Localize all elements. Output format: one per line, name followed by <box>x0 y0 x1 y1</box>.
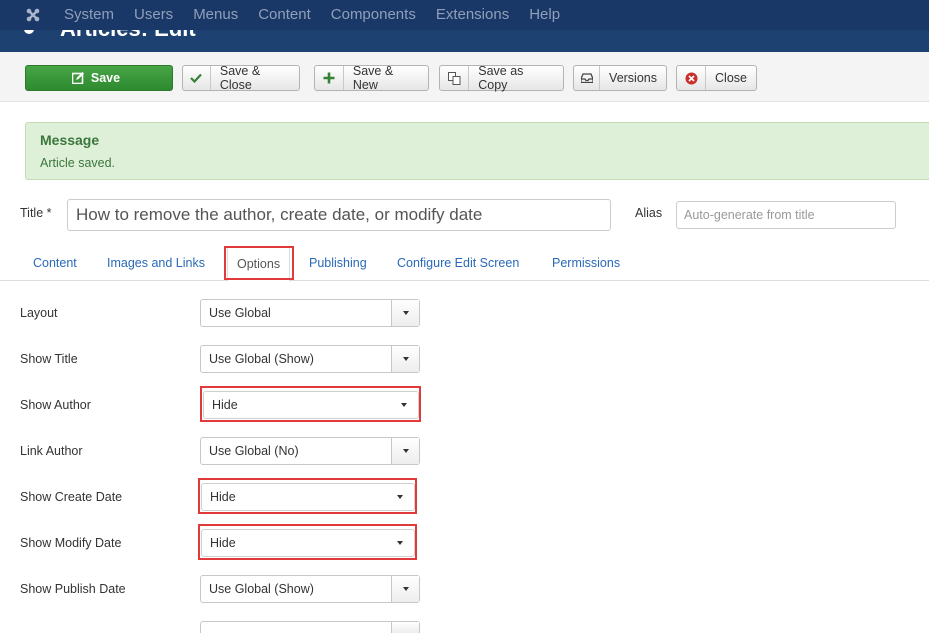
page-title: Articles: Edit <box>60 30 196 42</box>
save-copy-button[interactable]: Save as Copy <box>439 64 564 92</box>
chevron-down-icon <box>391 576 419 602</box>
link-author-value: Use Global (No) <box>209 444 299 458</box>
title-label: Title * <box>20 206 52 220</box>
save-new-label: Save & New <box>352 64 394 92</box>
title-input[interactable] <box>67 199 611 231</box>
show-publish-date-select[interactable]: Use Global (Show) <box>200 575 420 603</box>
article-icon <box>24 30 34 34</box>
versions-button[interactable]: Versions <box>573 65 667 91</box>
menu-system[interactable]: System <box>64 0 114 30</box>
menu-components[interactable]: Components <box>331 0 416 30</box>
message-title: Message <box>40 132 100 148</box>
tab-permissions[interactable]: Permissions <box>552 256 620 270</box>
alias-input[interactable] <box>676 201 896 229</box>
tab-configure-edit-screen[interactable]: Configure Edit Screen <box>397 256 519 270</box>
close-button[interactable]: Close <box>676 65 757 91</box>
next-option-select[interactable] <box>200 621 420 633</box>
save-label: Save <box>90 71 121 85</box>
chevron-down-icon <box>391 438 419 464</box>
alias-label: Alias <box>635 206 663 220</box>
edit-tabs: Content Images and Links Options Publish… <box>0 246 929 282</box>
archive-icon <box>574 66 601 90</box>
layout-select[interactable]: Use Global <box>200 299 420 327</box>
joomla-logo-icon[interactable] <box>22 4 44 26</box>
chevron-down-icon <box>391 622 419 633</box>
save-close-label: Save & Close <box>219 64 261 92</box>
success-message: Message Article saved. <box>25 122 929 180</box>
page-title-bar: Articles: Edit <box>0 30 929 52</box>
menu-menus[interactable]: Menus <box>193 0 238 30</box>
menu-users[interactable]: Users <box>134 0 173 30</box>
message-text: Article saved. <box>40 156 116 170</box>
save-copy-label: Save as Copy <box>478 64 524 92</box>
highlight-show-modify-date <box>198 524 417 560</box>
layout-value: Use Global <box>209 306 271 320</box>
tab-images-and-links[interactable]: Images and Links <box>107 256 205 270</box>
chevron-down-icon <box>391 300 419 326</box>
save-new-button[interactable]: Save & New <box>314 64 429 92</box>
show-publish-date-value: Use Global (Show) <box>209 582 314 596</box>
highlight-show-create-date <box>198 478 417 514</box>
tab-publishing[interactable]: Publishing <box>309 256 367 270</box>
versions-label: Versions <box>609 71 657 85</box>
tab-content[interactable]: Content <box>33 256 77 270</box>
highlight-options-tab <box>224 246 294 280</box>
save-close-button[interactable]: Save & Close <box>182 64 300 92</box>
check-icon <box>183 66 211 90</box>
show-modify-date-label: Show Modify Date <box>20 536 122 550</box>
show-author-label: Show Author <box>20 398 91 412</box>
show-publish-date-label: Show Publish Date <box>20 582 126 596</box>
close-icon <box>677 66 707 90</box>
highlight-show-author <box>200 386 421 422</box>
menu-extensions[interactable]: Extensions <box>436 0 509 30</box>
save-button[interactable]: Save <box>25 65 173 91</box>
menu-help[interactable]: Help <box>529 0 560 30</box>
link-author-select[interactable]: Use Global (No) <box>200 437 420 465</box>
show-title-value: Use Global (Show) <box>209 352 314 366</box>
show-title-label: Show Title <box>20 352 78 366</box>
layout-label: Layout <box>20 306 58 320</box>
plus-icon <box>315 66 344 90</box>
toolbar: Save Save & Close Save & New Save as Cop… <box>0 52 929 102</box>
show-create-date-label: Show Create Date <box>20 490 123 504</box>
chevron-down-icon <box>391 346 419 372</box>
close-label: Close <box>715 71 747 85</box>
copy-icon <box>440 66 470 90</box>
top-navbar: System Users Menus Content Components Ex… <box>0 0 929 30</box>
edit-icon <box>69 66 87 90</box>
link-author-label: Link Author <box>20 444 83 458</box>
menu-content[interactable]: Content <box>258 0 311 30</box>
show-title-select[interactable]: Use Global (Show) <box>200 345 420 373</box>
